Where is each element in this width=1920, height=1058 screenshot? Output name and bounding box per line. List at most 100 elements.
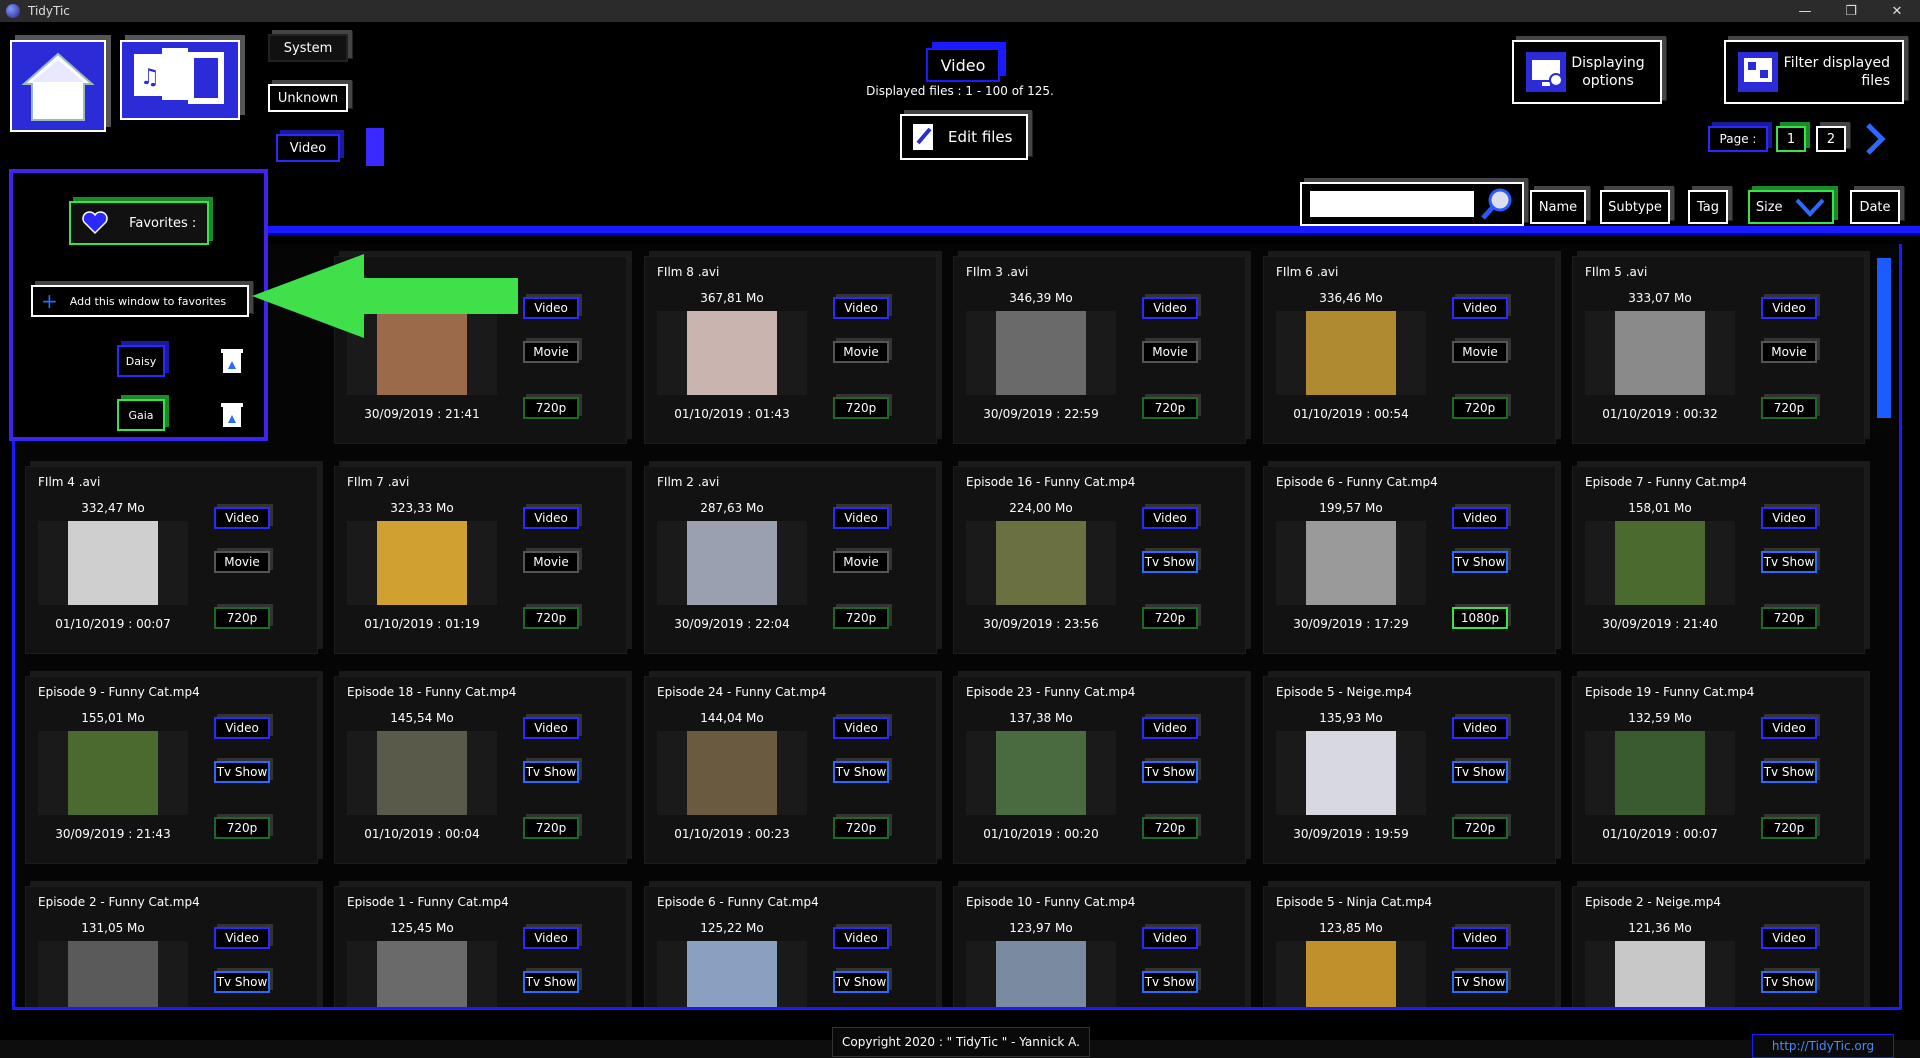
subtype-tag[interactable]: Tv Show <box>1142 551 1198 573</box>
file-thumbnail[interactable] <box>1276 941 1426 1007</box>
file-thumbnail[interactable] <box>38 941 188 1007</box>
file-card[interactable]: FIlm 4 .avi 332,47 Mo 01/10/2019 : 00:07 Vi… <box>25 466 318 654</box>
subtype-tag[interactable]: Tv Show <box>1452 971 1508 993</box>
subtype-tag[interactable]: Tv Show <box>1452 551 1508 573</box>
subtype-tag[interactable]: Movie <box>1142 341 1198 363</box>
type-tag[interactable]: Video <box>1452 507 1508 529</box>
file-card[interactable]: FIlm 7 .avi 323,33 Mo 01/10/2019 : 01:19 Vi… <box>334 466 627 654</box>
resolution-tag[interactable]: 720p <box>833 607 889 629</box>
file-card[interactable]: Episode 2 - Funny Cat.mp4 131,05 Mo Video T… <box>25 886 318 1007</box>
favorite-item-daisy[interactable]: Daisy <box>117 345 165 377</box>
resolution-tag[interactable]: 720p <box>1452 397 1508 419</box>
resolution-tag[interactable]: 720p <box>1142 397 1198 419</box>
subtype-tag[interactable]: Movie <box>1761 341 1817 363</box>
file-card[interactable]: Episode 18 - Funny Cat.mp4 145,54 Mo 01/10… <box>334 676 627 864</box>
file-thumbnail[interactable] <box>38 731 188 815</box>
type-tag[interactable]: Video <box>214 507 270 529</box>
type-tag[interactable]: Video <box>1761 927 1817 949</box>
type-tag[interactable]: Video <box>523 927 579 949</box>
add-favorite-button[interactable]: + Add this window to favorites <box>31 285 249 317</box>
subtype-tag[interactable]: Tv Show <box>214 971 270 993</box>
file-thumbnail[interactable] <box>657 311 807 395</box>
file-card[interactable]: Episode 9 - Funny Cat.mp4 155,01 Mo 30/09/… <box>25 676 318 864</box>
file-thumbnail[interactable] <box>1585 521 1735 605</box>
type-tag[interactable]: Video <box>1452 297 1508 319</box>
nav-video-button[interactable]: Video <box>276 134 340 162</box>
file-thumbnail[interactable] <box>1276 731 1426 815</box>
file-thumbnail[interactable] <box>347 521 497 605</box>
trash-icon[interactable] <box>219 399 245 429</box>
sort-date-button[interactable]: Date <box>1850 190 1900 224</box>
subtype-tag[interactable]: Tv Show <box>1761 551 1817 573</box>
type-tag[interactable]: Video <box>523 297 579 319</box>
file-card[interactable]: Episode 6 - Funny Cat.mp4 125,22 Mo Video T… <box>644 886 937 1007</box>
subtype-tag[interactable]: Movie <box>523 551 579 573</box>
website-link[interactable]: http://TidyTic.org <box>1752 1034 1894 1058</box>
sort-size-button[interactable]: Size <box>1748 190 1834 224</box>
type-tag[interactable]: Video <box>214 717 270 739</box>
display-options-button[interactable]: Displaying options <box>1512 40 1662 104</box>
file-thumbnail[interactable] <box>657 731 807 815</box>
resolution-tag[interactable]: 720p <box>214 607 270 629</box>
file-card[interactable]: Episode 1 - Funny Cat.mp4 125,45 Mo Video T… <box>334 886 627 1007</box>
file-card[interactable]: Episode 23 - Funny Cat.mp4 137,38 Mo 01/10… <box>953 676 1246 864</box>
file-thumbnail[interactable] <box>1276 311 1426 395</box>
file-card[interactable]: Episode 24 - Funny Cat.mp4 144,04 Mo 01/10… <box>644 676 937 864</box>
file-thumbnail[interactable] <box>1585 941 1735 1007</box>
resolution-tag[interactable]: 720p <box>833 397 889 419</box>
resolution-tag[interactable]: 720p <box>523 397 579 419</box>
sort-subtype-button[interactable]: Subtype <box>1600 190 1670 224</box>
file-card[interactable]: Episode 16 - Funny Cat.mp4 224,00 Mo 30/09… <box>953 466 1246 654</box>
file-card[interactable]: Episode 6 - Funny Cat.mp4 199,57 Mo 30/09/… <box>1263 466 1556 654</box>
file-card[interactable]: Episode 5 - Ninja Cat.mp4 123,85 Mo Video T… <box>1263 886 1556 1007</box>
type-tag[interactable]: Video <box>1452 927 1508 949</box>
resolution-tag[interactable]: 720p <box>1142 817 1198 839</box>
file-thumbnail[interactable] <box>38 521 188 605</box>
file-thumbnail[interactable] <box>347 941 497 1007</box>
subtype-tag[interactable]: Movie <box>833 551 889 573</box>
type-tag[interactable]: Video <box>1761 297 1817 319</box>
subtype-tag[interactable]: Tv Show <box>1452 761 1508 783</box>
type-tag[interactable]: Video <box>523 507 579 529</box>
type-tag[interactable]: Video <box>1142 717 1198 739</box>
file-card[interactable]: Episode 10 - Funny Cat.mp4 123,97 Mo Video… <box>953 886 1246 1007</box>
sort-tag-button[interactable]: Tag <box>1688 190 1728 224</box>
resolution-tag[interactable]: 720p <box>214 817 270 839</box>
resolution-tag[interactable]: 720p <box>1452 817 1508 839</box>
type-tag[interactable]: Video <box>1142 507 1198 529</box>
category-button[interactable]: Video <box>926 48 1000 82</box>
sort-name-button[interactable]: Name <box>1530 190 1586 224</box>
file-card[interactable]: FIlm 6 .avi 336,46 Mo 01/10/2019 : 00:54 Vi… <box>1263 256 1556 444</box>
type-tag[interactable]: Video <box>833 297 889 319</box>
subtype-tag[interactable]: Movie <box>833 341 889 363</box>
file-card[interactable]: Episode 19 - Funny Cat.mp4 132,59 Mo 01/10… <box>1572 676 1865 864</box>
page-2-button[interactable]: 2 <box>1816 126 1846 152</box>
media-button[interactable]: ♫ <box>120 40 240 120</box>
file-thumbnail[interactable] <box>966 311 1116 395</box>
restore-icon[interactable]: ❐ <box>1828 0 1874 22</box>
resolution-tag[interactable]: 720p <box>1761 607 1817 629</box>
file-thumbnail[interactable] <box>347 731 497 815</box>
subtype-tag[interactable]: Tv Show <box>833 761 889 783</box>
type-tag[interactable]: Video <box>523 717 579 739</box>
resolution-tag[interactable]: 720p <box>523 607 579 629</box>
filter-files-button[interactable]: Filter displayed files <box>1724 40 1904 104</box>
resolution-tag[interactable]: 720p <box>1142 607 1198 629</box>
file-thumbnail[interactable] <box>966 731 1116 815</box>
search-input[interactable] <box>1310 191 1474 217</box>
file-card[interactable]: FIlm 8 .avi 367,81 Mo 01/10/2019 : 01:43 Vi… <box>644 256 937 444</box>
file-card[interactable]: FIlm 2 .avi 287,63 Mo 30/09/2019 : 22:04 Vi… <box>644 466 937 654</box>
trash-icon[interactable] <box>219 345 245 375</box>
subtype-tag[interactable]: Tv Show <box>1142 971 1198 993</box>
subtype-tag[interactable]: Tv Show <box>523 761 579 783</box>
subtype-tag[interactable]: Tv Show <box>1761 971 1817 993</box>
type-tag[interactable]: Video <box>1452 717 1508 739</box>
subtype-tag[interactable]: Movie <box>1452 341 1508 363</box>
file-card[interactable]: Episode 2 - Neige.mp4 121,36 Mo Video Tv Sh… <box>1572 886 1865 1007</box>
grid-scrollbar[interactable] <box>1877 258 1891 418</box>
type-tag[interactable]: Video <box>1142 927 1198 949</box>
minimize-icon[interactable]: — <box>1782 0 1828 22</box>
type-tag[interactable]: Video <box>1761 507 1817 529</box>
file-card[interactable]: Episode 5 - Neige.mp4 135,93 Mo 30/09/2019… <box>1263 676 1556 864</box>
home-button[interactable] <box>10 40 106 132</box>
